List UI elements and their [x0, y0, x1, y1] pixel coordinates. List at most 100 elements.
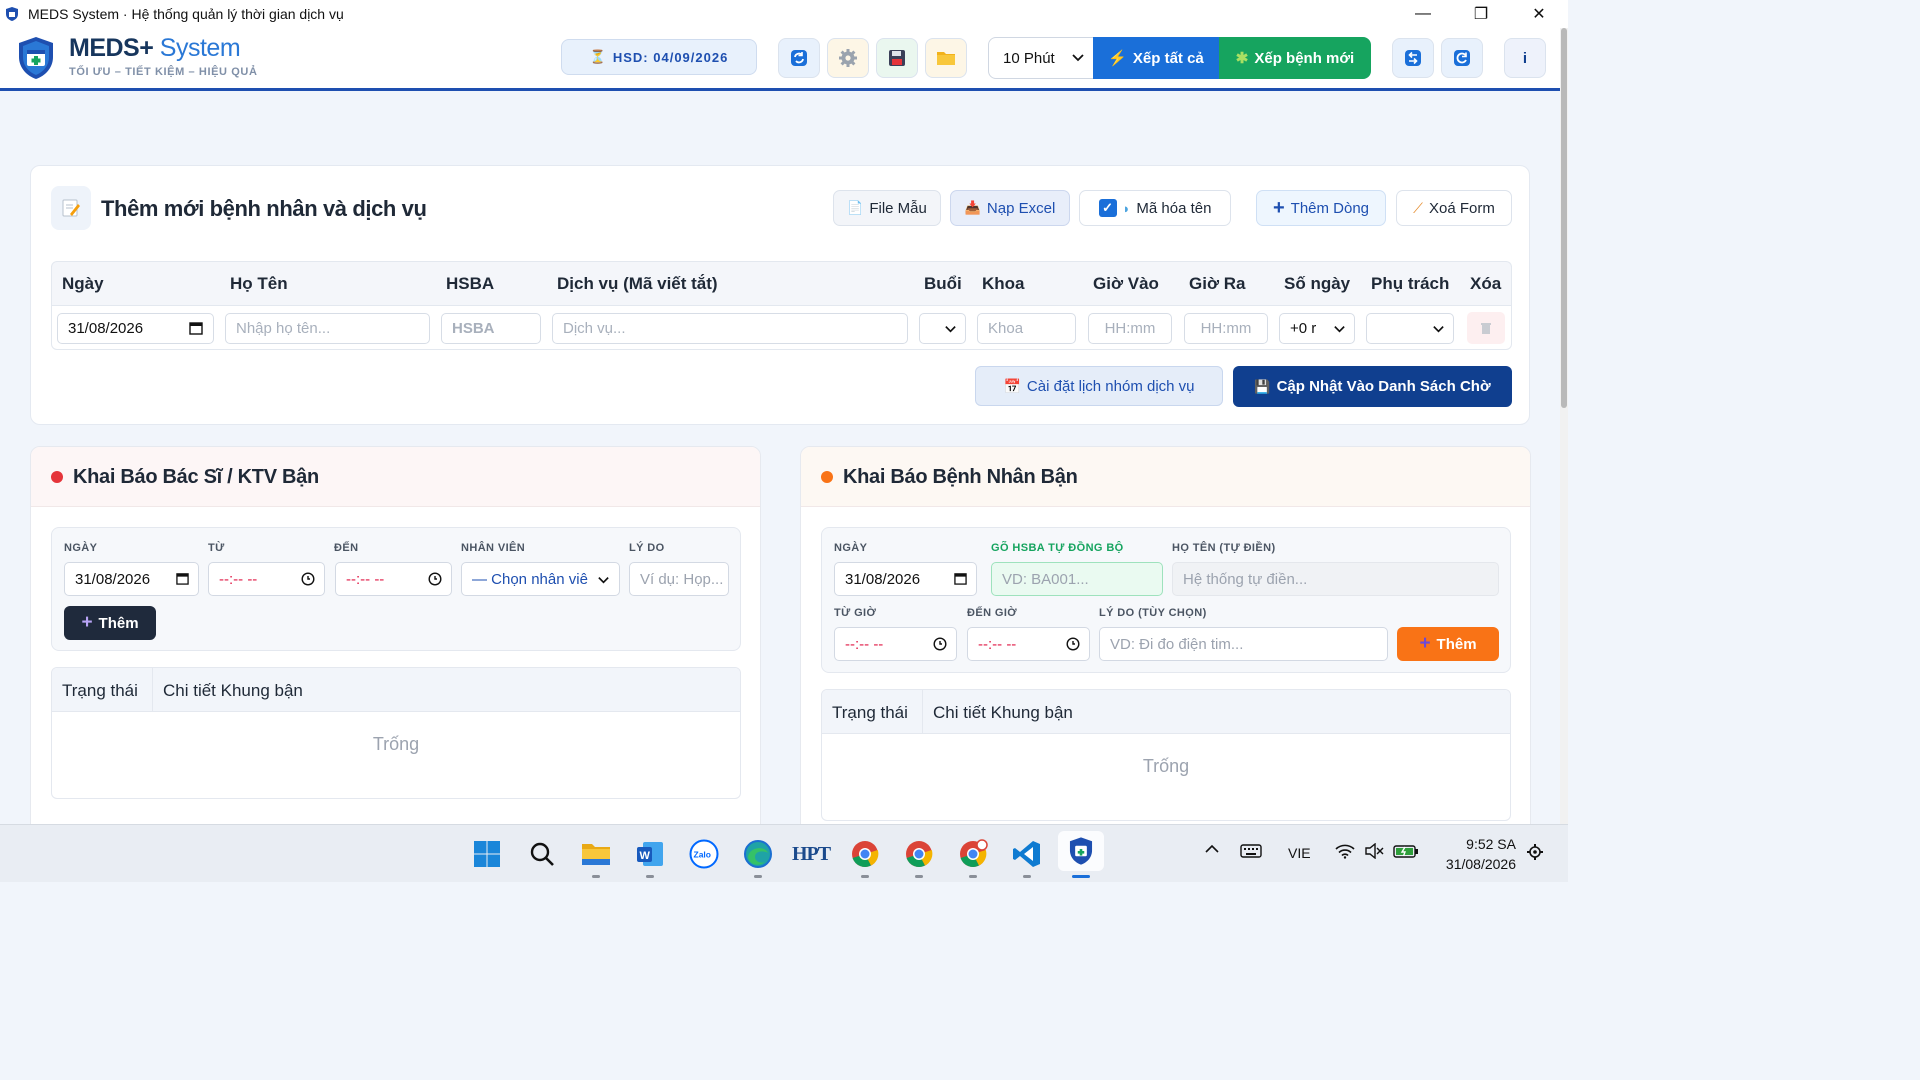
staff-select[interactable]: — Chọn nhân viê — [461, 562, 620, 596]
assignee-select[interactable] — [1366, 313, 1454, 344]
clock-icon[interactable] — [428, 572, 442, 586]
add-patient-busy-button[interactable]: + Thêm — [1397, 627, 1499, 661]
label-from-time: TỪ GIỜ — [834, 607, 877, 619]
svg-text:W: W — [640, 850, 651, 862]
patient-to-time-value: --:-- -- — [978, 635, 1017, 653]
info-button[interactable]: i — [1504, 38, 1546, 78]
label-auto-name: HỌ TÊN (TỰ ĐIỀN) — [1172, 542, 1276, 554]
windows-start-icon[interactable] — [470, 837, 504, 871]
vscode-icon[interactable] — [1010, 837, 1044, 871]
doctor-date-value: 31/08/2026 — [75, 570, 151, 588]
session-select[interactable] — [919, 313, 966, 344]
chrome-profile-icon[interactable] — [956, 837, 990, 871]
orange-dot-icon — [821, 471, 833, 483]
schedule-all-button[interactable]: ⚡ Xếp tất cả — [1093, 37, 1219, 79]
running-indicator — [646, 875, 654, 878]
time-out-placeholder: HH:mm — [1200, 320, 1252, 337]
hpt-app-icon[interactable]: HPT — [792, 837, 831, 871]
running-indicator — [754, 875, 762, 878]
doctor-date-input[interactable]: 31/08/2026 — [64, 562, 199, 596]
doctor-from-time-input[interactable]: --:-- -- — [208, 562, 325, 596]
calendar-icon[interactable] — [189, 321, 203, 335]
clock-icon[interactable] — [1066, 637, 1080, 651]
open-folder-button[interactable] — [925, 38, 967, 78]
doctor-reason-input[interactable]: Ví dụ: Họp... — [629, 562, 729, 596]
chevron-down-icon — [945, 326, 956, 333]
app-header: MEDS+ System TỐI ƯU – TIẾT KIỆM – HIỆU Q… — [0, 28, 1560, 91]
close-button[interactable]: ✕ — [1510, 0, 1568, 28]
add-row-button[interactable]: + Thêm Dòng — [1256, 190, 1386, 226]
windows-taskbar: W Zalo HPT VIE 9:52 SA 31/08/2026 — [0, 824, 1568, 882]
label-from: TỪ — [208, 542, 225, 554]
schedule-new-button[interactable]: ✱ Xếp bệnh mới — [1219, 37, 1371, 79]
col-dich-vu: Dịch vụ (Mã viết tắt) — [557, 274, 718, 293]
hsba-input[interactable]: HSBA — [441, 313, 541, 344]
delete-row-button[interactable] — [1467, 312, 1505, 344]
date-input[interactable]: 31/08/2026 — [57, 313, 214, 344]
search-icon[interactable] — [525, 837, 559, 871]
patient-from-time-input[interactable]: --:-- -- — [834, 627, 957, 661]
minimize-button[interactable]: — — [1394, 0, 1452, 28]
department-input[interactable]: Khoa — [977, 313, 1076, 344]
restore-button[interactable]: ❐ — [1452, 0, 1510, 28]
notification-settings-icon[interactable] — [1526, 843, 1544, 864]
name-input[interactable]: Nhập họ tên... — [225, 313, 430, 344]
time-out-input[interactable]: HH:mm — [1184, 313, 1268, 344]
template-file-button[interactable]: 📄 File Mẫu — [833, 190, 941, 226]
service-input[interactable]: Dịch vụ... — [552, 313, 908, 344]
encrypt-name-checkbox[interactable]: ✓ — [1098, 199, 1117, 217]
save-button[interactable] — [876, 38, 918, 78]
undo-button[interactable] — [1392, 38, 1434, 78]
brand-tagline: TỐI ƯU – TIẾT KIỆM – HIỆU QUẢ — [69, 66, 258, 78]
page-scrollbar[interactable] — [1560, 28, 1568, 824]
days-select[interactable]: +0 r — [1279, 313, 1355, 344]
zalo-icon[interactable]: Zalo — [687, 837, 721, 871]
hsba-sync-input[interactable]: VD: BA001... — [991, 562, 1163, 596]
clock-icon[interactable] — [933, 637, 947, 651]
label-reason: LÝ DO — [629, 542, 665, 554]
system-clock[interactable]: 9:52 SA 31/08/2026 — [1430, 834, 1516, 874]
chevron-down-icon — [1433, 326, 1444, 333]
interval-select[interactable]: 10 Phút — [988, 37, 1094, 79]
edge-icon[interactable] — [741, 837, 775, 871]
encrypt-name-toggle[interactable]: ✓ ◗ Mã hóa tên — [1079, 190, 1231, 226]
word-icon[interactable]: W — [633, 837, 667, 871]
add-doctor-busy-button[interactable]: + Thêm — [64, 606, 156, 640]
patient-reason-input[interactable]: VD: Đi đo điện tim... — [1099, 627, 1388, 661]
file-explorer-icon[interactable] — [579, 837, 613, 871]
scrollbar-thumb[interactable] — [1561, 28, 1567, 408]
clear-form-button[interactable]: ⟋ Xoá Form — [1396, 190, 1512, 226]
sync-button[interactable] — [778, 38, 820, 78]
zalo-label: Zalo — [694, 850, 711, 860]
calendar-icon: 📅 — [1003, 377, 1021, 394]
calendar-icon[interactable] — [176, 572, 189, 585]
load-excel-label: Nạp Excel — [986, 199, 1056, 217]
clock-icon[interactable] — [301, 572, 315, 586]
chrome-icon[interactable] — [848, 837, 882, 871]
input-language[interactable]: VIE — [1288, 845, 1311, 861]
speaker-muted-icon[interactable] — [1364, 842, 1384, 862]
chrome-icon[interactable] — [902, 837, 936, 871]
calendar-icon[interactable] — [954, 572, 967, 585]
wifi-icon[interactable] — [1334, 843, 1356, 862]
active-indicator — [1072, 875, 1090, 878]
add-row-label: Thêm Dòng — [1290, 199, 1370, 217]
patient-date-input[interactable]: 31/08/2026 — [834, 562, 977, 596]
patient-to-time-input[interactable]: --:-- -- — [967, 627, 1090, 661]
keyboard-icon[interactable] — [1240, 843, 1262, 862]
col-so-ngay: Số ngày — [1284, 274, 1351, 293]
plus-icon: + — [81, 612, 93, 633]
days-value: +0 r — [1290, 320, 1317, 337]
update-waitlist-button[interactable]: 💾 Cập Nhật Vào Danh Sách Chờ — [1233, 366, 1512, 407]
doctor-to-time-input[interactable]: --:-- -- — [335, 562, 452, 596]
meds-taskbar-icon[interactable] — [1058, 831, 1104, 871]
load-excel-button[interactable]: 📥 Nạp Excel — [950, 190, 1070, 226]
hsba-sync-placeholder: VD: BA001... — [1002, 570, 1089, 588]
chevron-up-icon[interactable] — [1204, 841, 1220, 860]
group-schedule-settings-button[interactable]: 📅 Cài đặt lịch nhóm dịch vụ — [975, 366, 1223, 406]
refresh-button[interactable] — [1441, 38, 1483, 78]
patient-busy-table: Trạng thái Chi tiết Khung bận Trống — [821, 689, 1511, 821]
time-in-input[interactable]: HH:mm — [1088, 313, 1172, 344]
battery-charging-icon[interactable] — [1393, 843, 1419, 862]
settings-button[interactable] — [827, 38, 869, 78]
